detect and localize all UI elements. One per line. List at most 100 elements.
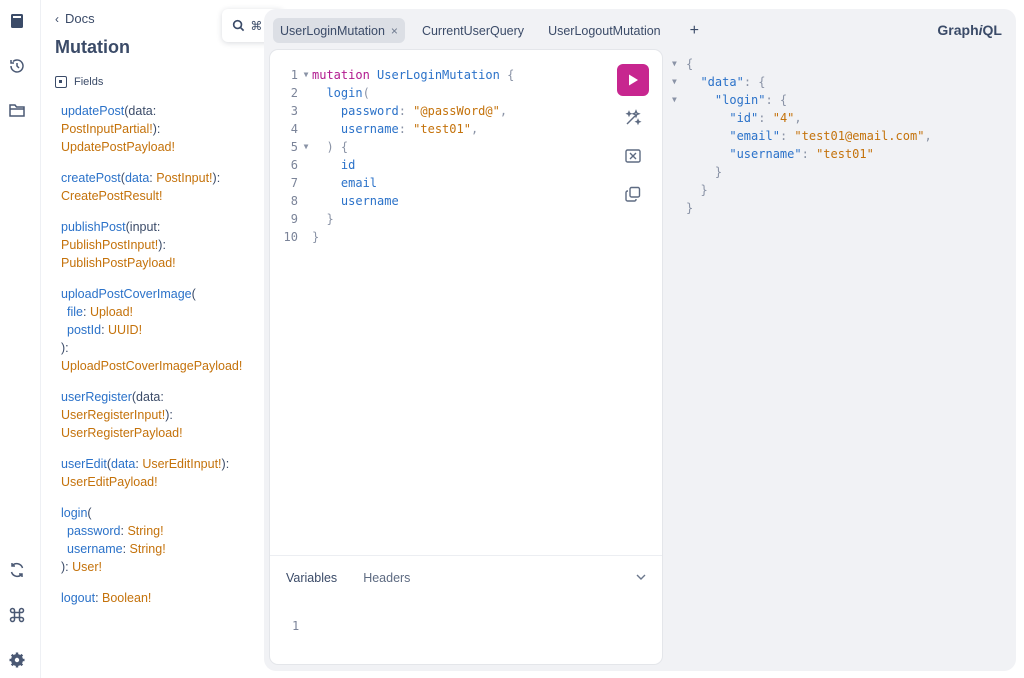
line-number: 3 [290,104,298,118]
field-logout: logout: Boolean! [61,589,261,607]
field-return-type[interactable]: UpdatePostPayload! [61,140,175,154]
fold-arrow-icon[interactable]: ▼ [300,138,312,156]
tab-headers[interactable]: Headers [363,571,410,585]
line-number: 8 [290,194,298,208]
fold-arrow-icon[interactable]: ▼ [672,55,686,73]
prettify-button[interactable] [623,108,643,128]
punct: , [470,122,479,136]
close-icon[interactable]: × [391,24,398,38]
docs-back-link[interactable]: ‹ Docs [55,11,95,26]
field-punct: ): [165,408,173,422]
fold-arrow-icon[interactable]: ▼ [300,66,312,84]
field-return-type[interactable]: CreatePostResult! [61,189,162,203]
refetch-schema-icon[interactable] [6,559,28,581]
field-name[interactable]: logout [61,591,95,605]
fold-gutter [300,120,312,138]
field-arg-type[interactable]: UserRegisterInput! [61,408,165,422]
field-name[interactable]: createPost [61,171,121,185]
fold-gutter [300,156,312,174]
run-query-button[interactable] [617,64,649,96]
line-number: 6 [290,158,298,172]
fold-gutter [672,145,686,163]
tab-user-login-mutation[interactable]: UserLoginMutation × [273,18,405,43]
explorer-folder-icon[interactable] [6,99,28,121]
line-number: 2 [290,86,298,100]
code-line: 9 } [270,210,514,228]
line-number: 9 [290,212,298,226]
graphiql-logo: GraphiQL [937,22,1002,38]
field-arg-type[interactable]: UserEditInput! [142,457,221,471]
result-line: "id": "4", [672,109,932,127]
punct: : [398,122,414,136]
shortcuts-command-icon[interactable] [6,604,28,626]
docs-type-title: Mutation [55,37,130,57]
field-punct: ( [87,506,92,520]
field-name[interactable]: login [61,506,87,520]
line-number: 4 [290,122,298,136]
field-return-type[interactable]: User! [72,560,102,574]
field-return-type[interactable]: UserRegisterPayload! [61,426,183,440]
merge-fragments-button[interactable] [623,146,643,166]
field-name[interactable]: userRegister [61,390,132,404]
field-name[interactable]: publishPost [61,220,126,234]
fold-arrow-icon[interactable]: ▼ [672,73,686,91]
fold-arrow-icon[interactable]: ▼ [672,91,686,109]
field-return-type[interactable]: UploadPostCoverImagePayload! [61,359,242,373]
tab-current-user-query[interactable]: CurrentUserQuery [415,18,531,43]
field-name[interactable]: userEdit [61,457,107,471]
copy-query-button[interactable] [623,184,643,204]
field-punct: ): [158,238,166,252]
field-return-type[interactable]: UserEditPayload! [61,475,158,489]
tab-user-logout-mutation[interactable]: UserLogoutMutation [541,18,668,43]
field-arg-type[interactable]: UUID! [108,323,142,337]
tab-label: UserLoginMutation [280,23,385,38]
fields-label: Fields [74,76,104,88]
chevron-left-icon: ‹ [55,12,59,26]
json-key: "data" [700,75,744,89]
add-tab-button[interactable]: + [690,22,699,40]
docs-back-label: Docs [65,11,95,26]
field-arg-type[interactable]: String! [127,524,163,538]
field-arg-type[interactable]: PostInput! [156,171,212,185]
query-editor[interactable]: 1 ▼ mutation UserLoginMutation { 2 login( … [270,50,662,664]
query-code[interactable]: 1 ▼ mutation UserLoginMutation { 2 login( … [270,66,515,246]
punct: } [312,230,320,244]
line-number: 1 [292,619,300,633]
field-name[interactable]: updatePost [61,104,124,118]
json-key: "email" [729,129,780,143]
field-punct: (input: [125,220,161,234]
fields-icon [55,76,67,88]
docs-explorer: ‹ Docs Mutation ⌘ K Fields updatePost(dat… [42,0,284,678]
history-icon[interactable] [6,55,28,77]
field-arg: file: Upload! [61,303,261,321]
json-key: "username" [729,147,802,161]
field-arg-type[interactable]: PublishPostInput! [61,238,158,252]
json-value: "test01@email.com" [794,129,925,143]
field-punct: ( [191,287,196,301]
field-punct: : [122,542,130,556]
result-line: } [672,199,932,217]
field-arg-name: postId [67,323,102,337]
field-return-type[interactable]: Boolean! [102,591,151,605]
response-viewer[interactable]: ▼{ ▼ "data": { ▼ "login": { "id": "4", "… [672,55,932,217]
punct: : { [743,75,766,89]
fold-gutter [300,174,312,192]
tab-variables[interactable]: Variables [286,571,337,585]
fold-gutter [672,181,686,199]
field-arg-type[interactable]: PostInputPartial! [61,122,153,136]
selection-field: username [340,194,399,208]
field-punct: (data: [131,390,164,404]
docs-book-icon[interactable] [6,10,28,32]
field-arg-type[interactable]: String! [130,542,166,556]
fold-gutter [300,228,312,246]
tab-label: UserLogoutMutation [548,23,661,38]
chevron-down-icon[interactable] [634,570,648,584]
punct: ( [362,86,370,100]
field-name[interactable]: uploadPostCoverImage [61,287,192,301]
field-arg-type[interactable]: Upload! [90,305,133,319]
tab-bar: UserLoginMutation × CurrentUserQuery User… [273,18,699,43]
field-return-type[interactable]: PublishPostPayload! [61,256,176,270]
code-line: 6 id [270,156,514,174]
settings-gear-icon[interactable] [6,649,28,671]
variables-editor[interactable]: 1 [292,619,299,633]
